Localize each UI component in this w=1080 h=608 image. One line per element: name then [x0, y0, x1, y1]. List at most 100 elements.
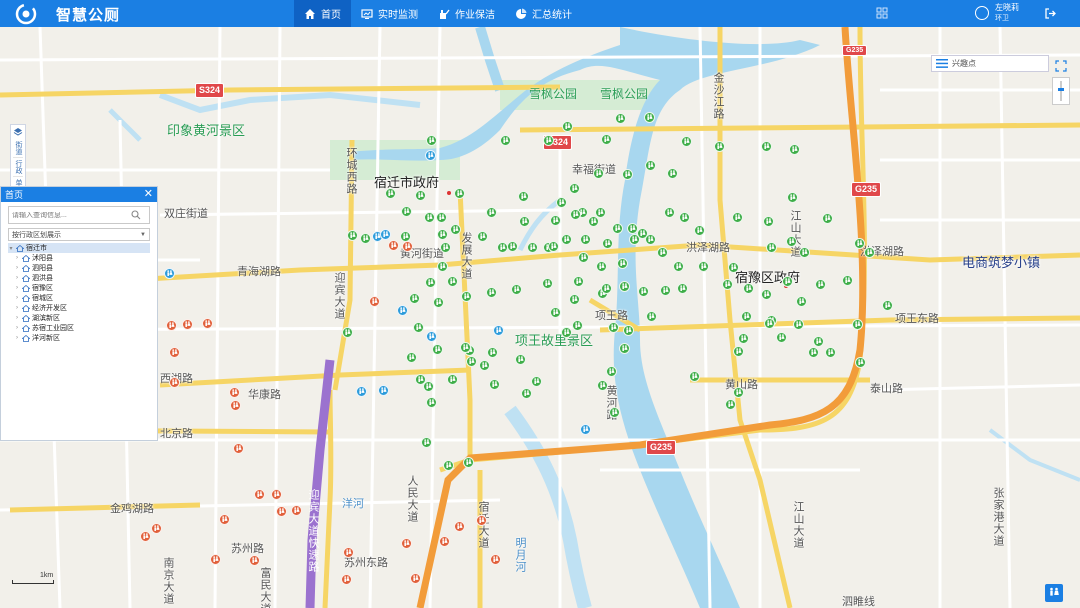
expand-icon[interactable]: ›: [14, 275, 20, 281]
toilet-marker-normal[interactable]: [664, 207, 675, 218]
toilet-marker-normal[interactable]: [588, 216, 599, 227]
toilet-marker-normal[interactable]: [601, 283, 612, 294]
toilet-marker-normal[interactable]: [622, 169, 633, 180]
toilet-marker-normal[interactable]: [694, 225, 705, 236]
nav-home[interactable]: 首页: [294, 0, 351, 27]
toilet-marker-normal[interactable]: [426, 135, 437, 146]
toilet-marker-normal[interactable]: [550, 307, 561, 318]
toilet-marker-normal[interactable]: [660, 285, 671, 296]
toilet-marker-normal[interactable]: [454, 188, 465, 199]
toilet-marker-normal[interactable]: [425, 277, 436, 288]
toilet-marker-alert[interactable]: [230, 400, 241, 411]
toilet-marker-normal[interactable]: [486, 207, 497, 218]
toilet-marker-normal[interactable]: [679, 212, 690, 223]
toilet-marker-normal[interactable]: [423, 381, 434, 392]
toilet-marker-normal[interactable]: [519, 216, 530, 227]
toilet-marker-normal[interactable]: [548, 241, 559, 252]
toilet-marker-normal[interactable]: [515, 354, 526, 365]
toilet-marker-normal[interactable]: [401, 206, 412, 217]
toilet-marker-normal[interactable]: [619, 343, 630, 354]
toilet-marker-normal[interactable]: [500, 135, 511, 146]
zoom-button[interactable]: [1052, 77, 1070, 105]
toilet-marker-normal[interactable]: [477, 231, 488, 242]
toilet-marker-normal[interactable]: [556, 197, 567, 208]
toilet-marker-normal[interactable]: [623, 325, 634, 336]
toilet-marker-other[interactable]: [493, 325, 504, 336]
toilet-marker-normal[interactable]: [677, 283, 688, 294]
toilet-marker-other[interactable]: [164, 268, 175, 279]
toilet-marker-normal[interactable]: [426, 397, 437, 408]
toilet-marker-alert[interactable]: [151, 523, 162, 534]
toilet-marker-normal[interactable]: [822, 213, 833, 224]
accessible-toilet-filter-button[interactable]: [1045, 584, 1063, 602]
toilet-marker-normal[interactable]: [738, 333, 749, 344]
toilet-marker-normal[interactable]: [421, 437, 432, 448]
logout-icon[interactable]: [1044, 7, 1057, 20]
toilet-marker-normal[interactable]: [432, 344, 443, 355]
toilet-marker-normal[interactable]: [406, 352, 417, 363]
tree-node-region[interactable]: › 经济开发区: [8, 303, 150, 313]
toilet-marker-normal[interactable]: [645, 160, 656, 171]
toilet-marker-normal[interactable]: [521, 388, 532, 399]
toilet-marker-alert[interactable]: [410, 573, 421, 584]
toilet-marker-normal[interactable]: [619, 281, 630, 292]
toilet-marker-normal[interactable]: [854, 238, 865, 249]
toilet-marker-normal[interactable]: [578, 252, 589, 263]
tree-node-region[interactable]: › 泗阳县: [8, 263, 150, 273]
toilet-marker-normal[interactable]: [424, 212, 435, 223]
toilet-marker-normal[interactable]: [855, 357, 866, 368]
expand-icon[interactable]: ›: [14, 265, 20, 271]
toilet-marker-normal[interactable]: [593, 168, 604, 179]
toilet-marker-alert[interactable]: [271, 489, 282, 500]
toilet-marker-normal[interactable]: [764, 318, 775, 329]
toilet-marker-normal[interactable]: [646, 311, 657, 322]
toilet-marker-normal[interactable]: [608, 322, 619, 333]
toilet-marker-normal[interactable]: [562, 121, 573, 132]
expand-icon[interactable]: ›: [14, 315, 20, 321]
toilet-marker-normal[interactable]: [761, 141, 772, 152]
toilet-marker-normal[interactable]: [597, 380, 608, 391]
toilet-marker-normal[interactable]: [617, 258, 628, 269]
tree-node-region[interactable]: › 泗洪县: [8, 273, 150, 283]
toilet-marker-normal[interactable]: [776, 332, 787, 343]
toilet-marker-normal[interactable]: [638, 286, 649, 297]
toilet-marker-normal[interactable]: [602, 238, 613, 249]
expand-icon[interactable]: ›: [14, 295, 20, 301]
toilet-marker-normal[interactable]: [813, 336, 824, 347]
nav-statistics[interactable]: 汇总统计: [505, 0, 582, 27]
toilet-marker-alert[interactable]: [219, 514, 230, 525]
tree-node-root[interactable]: ▾ 宿迁市: [8, 243, 150, 253]
toilet-marker-normal[interactable]: [733, 387, 744, 398]
toilet-marker-normal[interactable]: [799, 247, 810, 258]
toilet-marker-normal[interactable]: [570, 209, 581, 220]
toilet-marker-normal[interactable]: [569, 294, 580, 305]
toilet-marker-normal[interactable]: [815, 279, 826, 290]
toilet-marker-normal[interactable]: [698, 261, 709, 272]
toilet-marker-alert[interactable]: [229, 387, 240, 398]
toilet-marker-normal[interactable]: [825, 347, 836, 358]
toilet-marker-normal[interactable]: [573, 276, 584, 287]
tree-node-region[interactable]: › 宿城区: [8, 293, 150, 303]
toilet-marker-normal[interactable]: [789, 144, 800, 155]
toilet-marker-normal[interactable]: [460, 342, 471, 353]
toilet-marker-normal[interactable]: [606, 366, 617, 377]
toilet-marker-alert[interactable]: [182, 319, 193, 330]
toilet-marker-normal[interactable]: [637, 228, 648, 239]
toilet-marker-alert[interactable]: [169, 377, 180, 388]
toilet-marker-other[interactable]: [580, 424, 591, 435]
toilet-marker-normal[interactable]: [487, 347, 498, 358]
display-mode-select[interactable]: 按行政区划展示 ▼: [8, 228, 150, 241]
toilet-marker-normal[interactable]: [409, 293, 420, 304]
toilet-marker-normal[interactable]: [518, 191, 529, 202]
toilet-marker-normal[interactable]: [342, 327, 353, 338]
toilet-marker-normal[interactable]: [466, 356, 477, 367]
tree-node-region[interactable]: › 沭阳县: [8, 253, 150, 263]
toilet-marker-normal[interactable]: [443, 460, 454, 471]
toilet-marker-normal[interactable]: [609, 407, 620, 418]
toilet-marker-other[interactable]: [426, 331, 437, 342]
app-grid-icon[interactable]: [876, 7, 888, 19]
toilet-marker-normal[interactable]: [572, 320, 583, 331]
toilet-marker-normal[interactable]: [808, 347, 819, 358]
toilet-marker-normal[interactable]: [864, 247, 875, 258]
toilet-marker-alert[interactable]: [369, 296, 380, 307]
